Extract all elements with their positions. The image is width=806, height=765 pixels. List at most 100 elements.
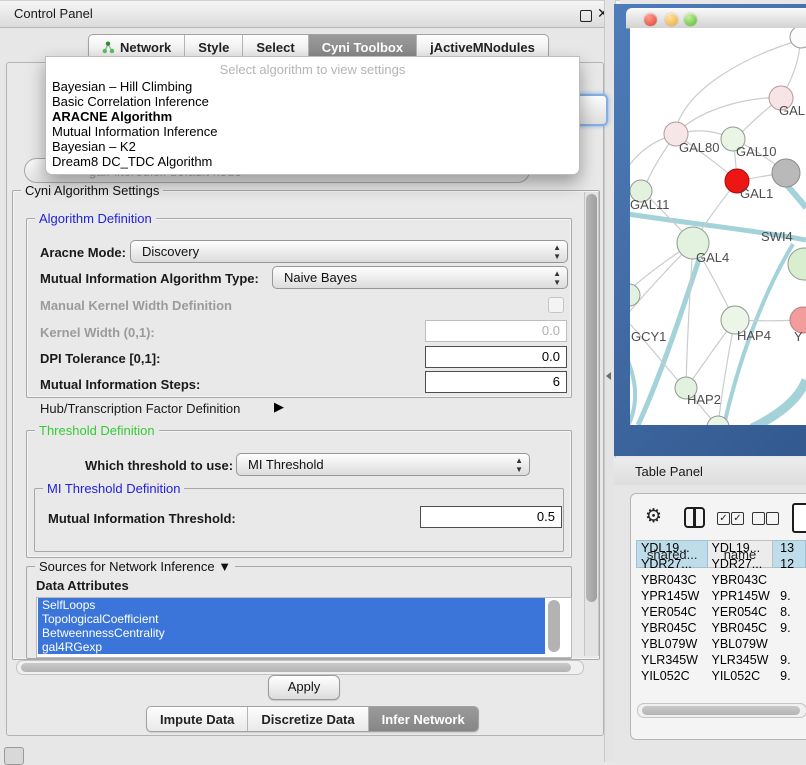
float-panel-icon[interactable] [580,10,592,22]
node-label: HAP2 [687,392,721,407]
tab-label: Style [198,40,229,55]
network-node[interactable] [790,28,806,48]
data-attribute-item[interactable]: SelfLoops [38,598,545,612]
table-row[interactable]: YBL079WYBL079W [636,636,806,652]
table-cell: 13 [775,540,806,556]
table-cell: YBR043C [636,572,707,588]
select-all-checkbox-icon[interactable]: ✓ [717,512,730,525]
mi-steps-label: Mutual Information Steps: [40,377,200,392]
settings-horizontal-scrollbar[interactable] [16,660,584,675]
table-cell: YLR345W [636,652,707,668]
which-threshold-label: Which threshold to use: [85,458,233,473]
algorithm-dropdown-popup: Select algorithm to view settings Bayesi… [45,56,580,175]
sources-collapse-arrow-icon[interactable]: ▼ [218,559,231,574]
network-edge [786,184,806,208]
settings-vertical-scrollbar-thumb[interactable] [586,194,597,602]
mi-type-value: Naive Bayes [284,270,357,285]
network-node-swi4[interactable] [788,248,806,280]
algorithm-option[interactable]: ARACNE Algorithm [46,109,579,124]
network-node-gcy1[interactable] [630,284,640,306]
window-zoom-icon[interactable] [684,13,697,26]
control-panel-titlebar: Control Panel ✕ [0,0,620,28]
table-cell: YIL052C [707,668,776,684]
divider-collapse-arrow-icon[interactable] [606,372,611,380]
table-row[interactable]: YDL19...YDL19...13 [636,540,806,556]
table-cell: YIL052C [636,668,707,684]
hub-definition-label: Hub/Transcription Factor Definition [40,401,240,416]
data-attributes-list[interactable]: SelfLoopsTopologicalCoefficientBetweenne… [36,597,572,658]
settings-vertical-scrollbar[interactable] [584,192,599,656]
tab-impute-data[interactable]: Impute Data [147,707,248,731]
table-row[interactable]: YBR043CYBR043C [636,572,806,588]
deselect-checkbox-icon[interactable] [766,512,779,525]
table-cell: YDL19... [636,540,707,556]
tab-label: Discretize Data [261,712,354,727]
node-label: GCY1 [631,329,666,344]
select-all-checkbox-icon[interactable]: ✓ [731,512,744,525]
table-cell: 9. [775,668,806,684]
settings-horizontal-scrollbar-thumb[interactable] [21,663,571,672]
mi-threshold-field[interactable]: 0.5 [420,506,562,528]
tab-label: Select [256,40,294,55]
mi-type-select[interactable]: Naive Bayes ▲▼ [272,266,568,289]
deselect-checkbox-icon[interactable] [752,512,765,525]
window-close-icon[interactable] [644,13,657,26]
aracne-mode-value: Discovery [142,244,199,259]
algorithm-option[interactable]: Bayesian – Hill Climbing [46,79,579,94]
window-minimize-icon[interactable] [665,13,678,26]
network-icon [102,41,115,54]
table-row[interactable]: YIL052CYIL052C9. [636,668,806,684]
algorithm-option[interactable]: Basic Correlation Inference [46,94,579,109]
aracne-mode-select[interactable]: Discovery ▲▼ [130,240,568,263]
which-threshold-select[interactable]: MI Threshold ▲▼ [236,453,530,476]
algorithm-option[interactable]: Dream8 DC_TDC Algorithm [46,154,579,169]
stepper-arrows-icon: ▲▼ [553,243,561,261]
apply-button[interactable]: Apply [268,675,340,700]
mi-type-label: Mutual Information Algorithm Type: [40,271,259,286]
kernel-width-field[interactable]: 0.0 [425,320,567,342]
table-horizontal-scrollbar-thumb[interactable] [642,706,800,715]
table-row[interactable]: YPR145WYPR145W9. [636,588,806,604]
list-scrollbar-thumb[interactable] [548,600,560,652]
threshold-definition-title: Threshold Definition [35,423,159,438]
table-horizontal-scrollbar[interactable] [637,703,806,718]
table-panel-title: Table Panel [635,464,703,479]
panel-title: Control Panel [14,6,93,21]
network-node[interactable] [772,159,800,187]
table-cell: 12 [775,556,806,572]
data-attribute-item[interactable]: BetweennessCentrality [38,626,545,640]
hub-expand-arrow-icon[interactable]: ▶ [274,399,284,415]
data-attribute-item[interactable]: TopologicalCoefficient [38,612,545,626]
bottom-left-widget-chip[interactable] [4,747,24,765]
node-label: GAL80 [679,140,719,155]
tab-discretize-data[interactable]: Discretize Data [248,707,368,731]
algorithm-option[interactable]: Bayesian – K2 [46,139,579,154]
table-settings-gear-icon[interactable]: ⚙ [645,505,662,528]
table-row[interactable]: YLR345WYLR345W9. [636,652,806,668]
table-cell: YDR27... [636,556,707,572]
mi-threshold-label: Mutual Information Threshold: [48,511,236,526]
manual-kernel-checkbox[interactable] [548,297,564,313]
table-cell [775,572,806,588]
kernel-width-label: Kernel Width (0,1): [40,325,155,340]
column-layout-icon[interactable] [684,507,705,528]
dpi-tolerance-field[interactable]: 0.0 [425,346,567,368]
table-row[interactable]: YDR27...YDR27...12 [636,556,806,572]
algorithm-definition-title: Algorithm Definition [35,211,156,226]
node-label: Y [794,329,803,344]
tab-label: Network [120,40,171,55]
stepper-arrows-icon: ▲▼ [515,456,523,474]
mi-steps-field[interactable]: 6 [425,371,567,393]
table-cell: 9. [775,620,806,636]
table-cell: YBL079W [707,636,776,652]
data-attribute-item[interactable]: gal4RGexp [38,640,545,654]
table-document-icon[interactable] [792,503,806,533]
algorithm-option[interactable]: Mutual Information Inference [46,124,579,139]
table-cell: YDR27... [707,556,776,572]
table-row[interactable]: YER054CYER054C8. [636,604,806,620]
table-cell: YDL19... [707,540,776,556]
network-canvas[interactable]: GALGAL80GAL10GAL1GAL11SWI4GAL4GCY1HAP4YH… [630,28,806,425]
table-row[interactable]: YBR045CYBR045C9. [636,620,806,636]
tab-infer-network[interactable]: Infer Network [369,707,478,731]
network-edge [752,380,806,425]
